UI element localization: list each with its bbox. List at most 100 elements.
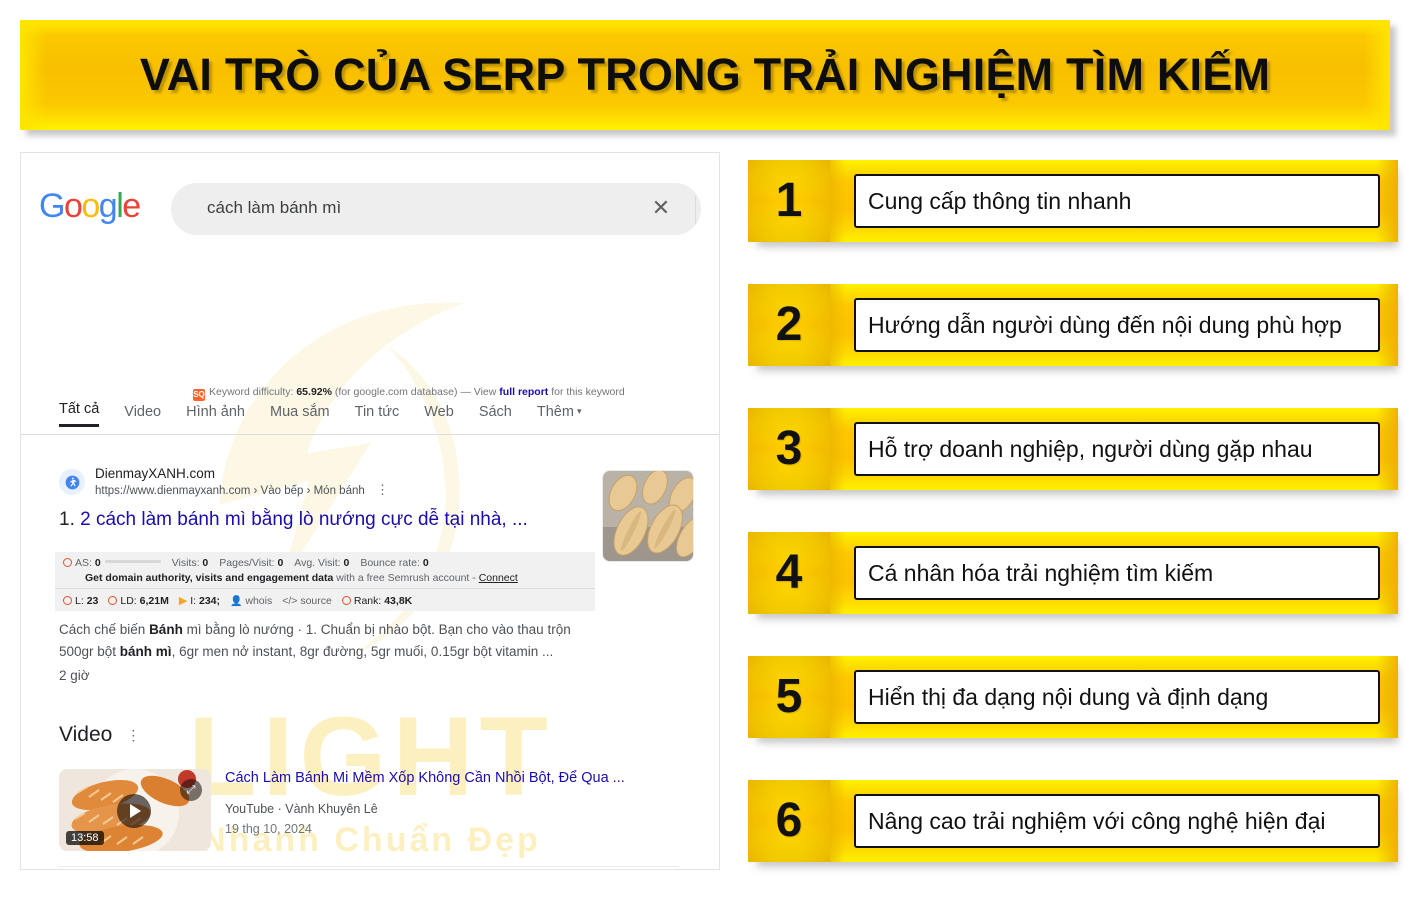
promo-bold-text: Get domain authority, visits and engagem… — [85, 572, 334, 584]
search-input[interactable]: cách làm bánh mì ✕ — [171, 183, 701, 235]
semrush-whois[interactable]: 👤 whois — [230, 595, 272, 607]
tab-label: Hình ảnh — [186, 404, 245, 420]
kd-value: 65.92% — [296, 386, 332, 398]
semrush-source[interactable]: </> source — [282, 595, 332, 607]
list-item-label-box: Cá nhân hóa trải nghiệm tìm kiếm — [854, 546, 1380, 600]
video-thumbnail[interactable]: ⤢ 13:58 — [59, 769, 211, 851]
list-item[interactable]: 5 Hiển thị đa dạng nội dung và định dạng — [748, 656, 1398, 743]
clear-search-icon[interactable]: ✕ — [648, 196, 674, 222]
pages-label: Pages/Visit: — [219, 557, 278, 569]
logo-letter-o2: o — [81, 187, 100, 225]
benefits-list: 1 Cung cấp thông tin nhanh 2 Hướng dẫn n… — [748, 160, 1398, 904]
snippet-part-a: Cách chế biến — [59, 622, 150, 637]
semrush-visits: Visits: 0 — [172, 557, 209, 569]
bounce-value: 0 — [422, 557, 429, 569]
tab-sach[interactable]: Sách — [479, 404, 512, 427]
list-item-label-box: Cung cấp thông tin nhanh — [854, 174, 1380, 228]
as-value: 0 — [94, 557, 101, 569]
circle-icon — [108, 595, 118, 605]
tabs-divider — [21, 434, 719, 435]
tab-label: Web — [424, 404, 454, 420]
list-item-label: Hỗ trợ doanh nghiệp, người dùng gặp nhau — [868, 435, 1313, 462]
list-item[interactable]: 1 Cung cấp thông tin nhanh — [748, 160, 1398, 247]
tab-tat-ca[interactable]: Tất cả — [59, 401, 100, 427]
semrush-rank: Rank: 43,8K — [341, 594, 413, 607]
video-title-link[interactable]: Cách Làm Bánh Mi Mềm Xốp Không Cần Nhồi … — [225, 769, 675, 788]
result-site-url: https://www.dienmayxanh.com › Vào bếp › … — [95, 483, 389, 500]
result-snippet: Cách chế biến Bánh mì bằng lò nướng · 1.… — [59, 619, 584, 687]
tab-video[interactable]: Video — [124, 404, 161, 427]
semrush-inner-divider — [55, 588, 595, 589]
semrush-keyword-difficulty: SQ Keyword difficulty: 65.92% (for google… — [193, 386, 625, 401]
source-label: source — [300, 594, 332, 607]
tab-web[interactable]: Web — [424, 404, 454, 427]
result-site-name: DienmayXANH.com — [95, 466, 216, 481]
list-item-number-badge: 2 — [748, 284, 830, 366]
tab-hinh-anh[interactable]: Hình ảnh — [186, 404, 245, 427]
video-section-header: Video ⋮ — [59, 723, 140, 747]
list-item-label: Cung cấp thông tin nhanh — [868, 187, 1132, 214]
page-title: VAI TRÒ CỦA SERP TRONG TRẢI NGHIỆM TÌM K… — [139, 49, 1271, 100]
snippet-part-b: Bánh — [149, 622, 183, 637]
tab-label: Mua sắm — [269, 404, 330, 420]
circle-icon — [63, 595, 72, 605]
person-running-icon — [65, 475, 79, 490]
search-result-1[interactable]: DienmayXANH.com https://www.dienmayxanh.… — [59, 465, 599, 531]
tab-label: Tin tức — [354, 404, 400, 420]
expand-icon[interactable]: ⤢ — [180, 779, 202, 801]
semrush-metrics-row-2: L: 23 LD: 6,21M ▶ I: 234; 👤 whois </> so… — [63, 593, 587, 607]
tab-label: Tất cả — [59, 401, 100, 417]
semrush-connect-link[interactable]: Connect — [479, 572, 518, 584]
title-banner: VAI TRÒ CỦA SERP TRONG TRẢI NGHIỆM TÌM K… — [20, 20, 1396, 136]
rank-value: 43,8K — [384, 594, 413, 607]
list-item-label: Nâng cao trải nghiệm với công nghệ hiện … — [868, 807, 1326, 834]
list-item[interactable]: 4 Cá nhân hóa trải nghiệm tìm kiếm — [748, 532, 1398, 619]
video-section-title: Video — [59, 723, 113, 746]
semrush-metrics-row-1: AS: 0 Visits: 0 Pages/Visit: 0 Avg. Visi… — [63, 557, 587, 569]
avg-value: 0 — [343, 557, 350, 569]
semrush-badge-icon: SQ — [193, 389, 205, 401]
result-kebab-icon[interactable]: ⋮ — [376, 482, 389, 497]
list-item-number: 4 — [775, 546, 803, 599]
semrush-avg: Avg. Visit: 0 — [294, 557, 349, 569]
list-item-number-badge: 4 — [748, 532, 830, 614]
avg-label: Avg. Visit: — [294, 557, 344, 569]
search-divider — [695, 196, 696, 224]
list-item[interactable]: 3 Hỗ trợ doanh nghiệp, người dùng gặp nh… — [748, 408, 1398, 495]
circle-icon — [341, 595, 351, 605]
tab-mua-sam[interactable]: Mua sắm — [270, 404, 330, 427]
logo-letter-g1: G — [39, 187, 65, 225]
flag-icon: ▶ — [178, 595, 188, 607]
bounce-label: Bounce rate: — [360, 557, 423, 569]
list-item-number-badge: 6 — [748, 780, 830, 862]
logo-letter-o1: o — [63, 187, 83, 225]
result-url-text: https://www.dienmayxanh.com › Vào bếp › … — [95, 485, 365, 498]
video-date: 19 thg 10, 2024 — [225, 821, 312, 836]
l-label: L: — [75, 594, 87, 607]
result-site-row: DienmayXANH.com https://www.dienmayxanh.… — [59, 465, 599, 500]
list-item[interactable]: 6 Nâng cao trải nghiệm với công nghệ hiệ… — [748, 780, 1398, 867]
semrush-pages: Pages/Visit: 0 — [219, 557, 283, 569]
kd-full-report-link[interactable]: full report — [499, 386, 548, 398]
play-button-icon[interactable] — [117, 794, 151, 828]
google-logo: Google — [39, 187, 141, 226]
tab-tin-tuc[interactable]: Tin tức — [355, 404, 400, 427]
result-title-link[interactable]: 1. 2 cách làm bánh mì bằng lò nướng cực … — [59, 508, 599, 532]
as-label: AS: — [75, 557, 95, 569]
ld-label: LD: — [120, 594, 140, 607]
video-divider-1 — [59, 866, 679, 867]
semrush-i: ▶ I: 234; — [179, 594, 220, 607]
semrush-bounce: Bounce rate: 0 — [360, 557, 428, 569]
list-item-label-box: Nâng cao trải nghiệm với công nghệ hiện … — [854, 794, 1380, 848]
list-item[interactable]: 2 Hướng dẫn người dùng đến nội dung phù … — [748, 284, 1398, 371]
semrush-ld: LD: 6,21M — [108, 594, 169, 607]
tab-label: Thêm — [536, 404, 574, 420]
tab-them[interactable]: Thêm ▾ — [537, 404, 582, 427]
whois-label: whois — [245, 594, 273, 607]
ld-value: 6,21M — [139, 594, 169, 607]
snippet-part-d: bánh mì — [119, 643, 172, 659]
video-section-kebab-icon[interactable]: ⋮ — [126, 728, 140, 742]
search-tabs: Tất cả Video Hình ảnh Mua sắm Tin tức We… — [59, 401, 581, 427]
video-duration-badge: 13:58 — [66, 831, 104, 845]
semrush-metrics-box: AS: 0 Visits: 0 Pages/Visit: 0 Avg. Visi… — [55, 552, 595, 611]
